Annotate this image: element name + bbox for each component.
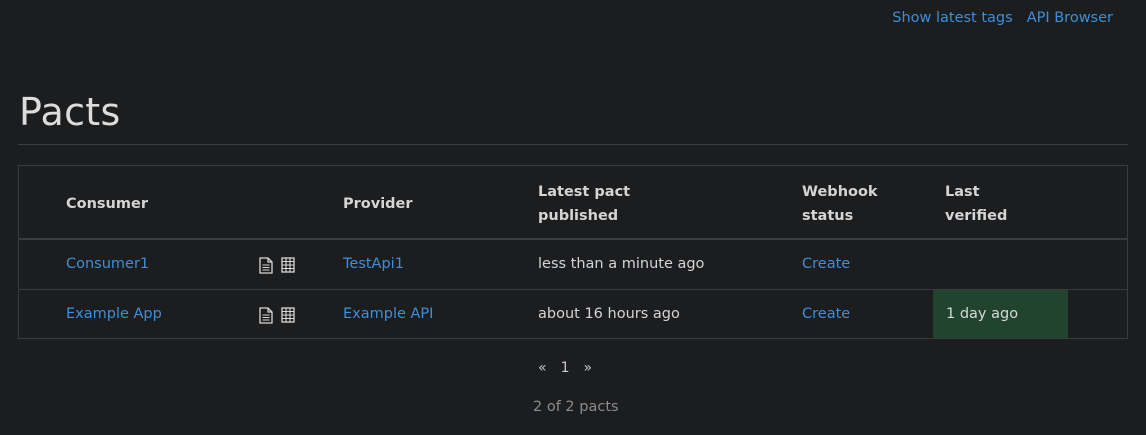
- document-icon[interactable]: [259, 307, 273, 324]
- show-latest-tags-link[interactable]: Show latest tags: [892, 10, 1012, 26]
- api-browser-link[interactable]: API Browser: [1027, 10, 1113, 26]
- table-header: Consumer Provider Latest pact published …: [19, 166, 1127, 240]
- header-webhook-status[interactable]: Webhook status: [802, 180, 878, 228]
- header-webhook-line2: status: [802, 208, 854, 224]
- webhook-create-link[interactable]: Create: [802, 240, 850, 289]
- pact-count: 2 of 2 pacts: [533, 399, 619, 415]
- header-latest-pact-line1: Latest pact: [538, 184, 631, 200]
- header-last-verified[interactable]: Last verified: [945, 180, 1007, 228]
- top-nav: Show latest tags API Browser: [892, 10, 1113, 26]
- header-verified-line1: Last: [945, 184, 980, 200]
- webhook-create-link[interactable]: Create: [802, 290, 850, 339]
- matrix-grid-icon[interactable]: [281, 307, 295, 324]
- consumer-link[interactable]: Example App: [66, 290, 162, 339]
- matrix-grid-icon[interactable]: [281, 257, 295, 274]
- pagination: « 1 »: [538, 360, 592, 376]
- provider-link[interactable]: Example API: [343, 290, 433, 339]
- header-webhook-line1: Webhook: [802, 184, 878, 200]
- pacts-table: Consumer Provider Latest pact published …: [18, 165, 1128, 339]
- header-provider[interactable]: Provider: [343, 192, 413, 216]
- header-consumer[interactable]: Consumer: [66, 192, 148, 216]
- pagination-next[interactable]: »: [584, 360, 593, 376]
- header-latest-pact[interactable]: Latest pact published: [538, 180, 630, 228]
- last-verified-success: 1 day ago: [933, 290, 1068, 338]
- page-title: Pacts: [19, 90, 121, 134]
- header-verified-line2: verified: [945, 208, 1008, 224]
- table-row: Example App Example API about 16 hours a…: [19, 290, 1127, 339]
- header-latest-pact-line2: published: [538, 208, 619, 224]
- provider-link[interactable]: TestApi1: [343, 240, 404, 289]
- published-date: about 16 hours ago: [538, 306, 680, 322]
- row-icons: [259, 257, 295, 274]
- title-divider: [18, 144, 1128, 145]
- pagination-prev[interactable]: «: [538, 360, 547, 376]
- table-row: Consumer1 TestApi1 less than a minute ag…: [19, 240, 1127, 290]
- published-date: less than a minute ago: [538, 256, 705, 272]
- pagination-page-1[interactable]: 1: [561, 360, 570, 376]
- consumer-link[interactable]: Consumer1: [66, 240, 149, 289]
- row-icons: [259, 307, 295, 324]
- document-icon[interactable]: [259, 257, 273, 274]
